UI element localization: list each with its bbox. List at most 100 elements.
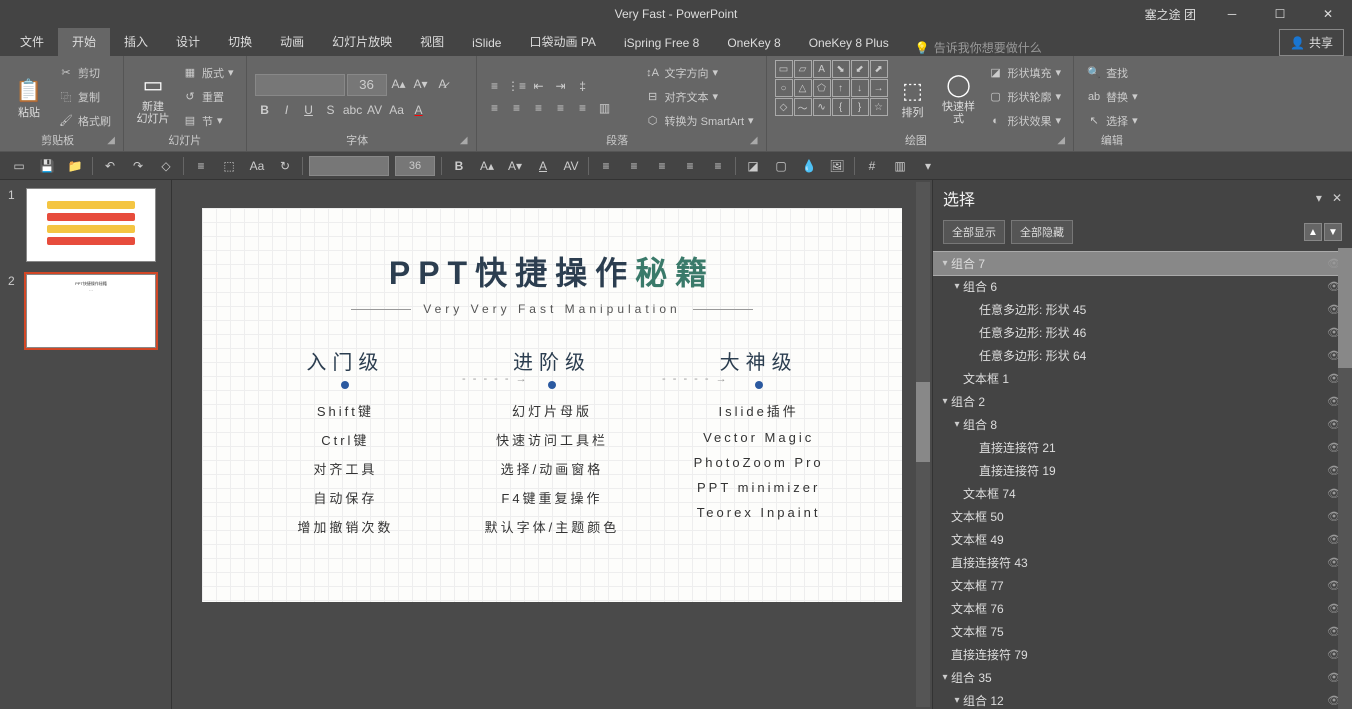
tree-item[interactable]: 直接连接符 79👁 (933, 643, 1352, 666)
case-button[interactable]: Aa (387, 100, 407, 120)
tab-home[interactable]: 开始 (58, 27, 110, 56)
tree-item[interactable]: ▾组合 12👁 (933, 689, 1352, 709)
qat-more-icon[interactable]: ▾ (917, 155, 939, 177)
qat-spacing-icon[interactable]: AV (560, 155, 582, 177)
tree-toggle-icon[interactable]: ▾ (951, 419, 963, 430)
align-center-button[interactable]: ≡ (507, 98, 527, 118)
decrease-font-button[interactable]: A▾ (411, 74, 431, 94)
columns-button[interactable]: ▥ (595, 98, 615, 118)
font-family-input[interactable] (255, 74, 345, 96)
qat-alignj-icon[interactable]: ≡ (679, 155, 701, 177)
replace-button[interactable]: ab替换 ▾ (1082, 86, 1142, 108)
line-spacing-button[interactable]: ‡ (573, 76, 593, 96)
close-button[interactable]: ✕ (1308, 0, 1348, 28)
qat-group-icon[interactable]: ⬚ (218, 155, 240, 177)
align-left-button[interactable]: ≡ (485, 98, 505, 118)
maximize-button[interactable]: ☐ (1260, 0, 1300, 28)
tree-toggle-icon[interactable]: ▾ (951, 695, 963, 706)
strike-button[interactable]: S (321, 100, 341, 120)
tree-scrollbar[interactable] (1338, 248, 1352, 709)
tree-item[interactable]: ▾组合 8👁 (933, 413, 1352, 436)
paste-button[interactable]: 📋 粘贴 (8, 60, 50, 133)
clipboard-launcher[interactable]: ◢ (107, 133, 115, 149)
tree-item[interactable]: 任意多边形: 形状 64👁 (933, 344, 1352, 367)
tree-toggle-icon[interactable]: ▾ (939, 396, 951, 407)
qat-alignc-icon[interactable]: ≡ (623, 155, 645, 177)
justify-button[interactable]: ≡ (551, 98, 571, 118)
qat-alignr-icon[interactable]: ≡ (651, 155, 673, 177)
section-button[interactable]: ▤节 ▾ (178, 110, 238, 132)
tree-item[interactable]: ▾组合 2👁 (933, 390, 1352, 413)
shape-outline-button[interactable]: ▢形状轮廓 ▾ (984, 86, 1066, 108)
indent-dec-button[interactable]: ⇤ (529, 76, 549, 96)
tree-toggle-icon[interactable]: ▾ (939, 258, 951, 269)
bullets-button[interactable]: ≡ (485, 76, 505, 96)
qat-picture-icon[interactable]: 🖼 (826, 155, 848, 177)
spacing-button[interactable]: AV (365, 100, 385, 120)
qat-repeat-icon[interactable]: ◇ (155, 155, 177, 177)
smartart-button[interactable]: ⬡转换为 SmartArt ▾ (641, 110, 758, 132)
tree-item[interactable]: 文本框 77👁 (933, 574, 1352, 597)
tab-file[interactable]: 文件 (6, 27, 58, 56)
qat-bold-icon[interactable]: B (448, 155, 470, 177)
qat-alignl-icon[interactable]: ≡ (595, 155, 617, 177)
qat-alignd-icon[interactable]: ≡ (707, 155, 729, 177)
tree-item[interactable]: 直接连接符 21👁 (933, 436, 1352, 459)
qat-fontcolor-icon[interactable]: A (532, 155, 554, 177)
font-launcher[interactable]: ◢ (460, 133, 468, 149)
tree-item[interactable]: ▾组合 35👁 (933, 666, 1352, 689)
tab-ispring[interactable]: iSpring Free 8 (610, 30, 713, 56)
tree-item[interactable]: ▾组合 6👁 (933, 275, 1352, 298)
tab-animation[interactable]: 动画 (266, 27, 318, 56)
drawing-launcher[interactable]: ◢ (1057, 133, 1065, 149)
qat-ruler-icon[interactable]: ▥ (889, 155, 911, 177)
thumbnail-1[interactable]: 1 (8, 188, 163, 262)
qat-save-icon[interactable]: 💾 (36, 155, 58, 177)
tree-item[interactable]: 任意多边形: 形状 46👁 (933, 321, 1352, 344)
qat-new-icon[interactable]: ▭ (8, 155, 30, 177)
minimize-button[interactable]: ─ (1212, 0, 1252, 28)
new-slide-button[interactable]: ▭ 新建 幻灯片 (132, 60, 174, 133)
qat-grid-icon[interactable]: # (861, 155, 883, 177)
tab-design[interactable]: 设计 (162, 27, 214, 56)
tab-onekey8[interactable]: OneKey 8 (713, 30, 794, 56)
qat-shapeoutline-icon[interactable]: ▢ (770, 155, 792, 177)
shape-effects-button[interactable]: ◐形状效果 ▾ (984, 110, 1066, 132)
tab-onekey8plus[interactable]: OneKey 8 Plus (795, 30, 903, 56)
tree-item[interactable]: 文本框 49👁 (933, 528, 1352, 551)
shape-fill-button[interactable]: ◪形状填充 ▾ (984, 62, 1066, 84)
tree-item[interactable]: 任意多边形: 形状 45👁 (933, 298, 1352, 321)
tab-insert[interactable]: 插入 (110, 27, 162, 56)
shadow-button[interactable]: abc (343, 100, 363, 120)
tree-item[interactable]: 文本框 76👁 (933, 597, 1352, 620)
tree-item[interactable]: ▾组合 7👁 (933, 252, 1352, 275)
move-up-button[interactable]: ▲ (1304, 223, 1322, 241)
numbering-button[interactable]: ⋮≡ (507, 76, 527, 96)
qat-case-icon[interactable]: Aa (246, 155, 268, 177)
tree-item[interactable]: 直接连接符 19👁 (933, 459, 1352, 482)
font-color-button[interactable]: A (409, 100, 429, 120)
qat-size-input[interactable] (395, 156, 435, 176)
qat-eyedropper-icon[interactable]: 💧 (798, 155, 820, 177)
clear-format-button[interactable]: A̷ (433, 74, 453, 94)
show-all-button[interactable]: 全部显示 (943, 220, 1005, 244)
bold-button[interactable]: B (255, 100, 275, 120)
arrange-button[interactable]: ⬚排列 (892, 60, 934, 133)
paragraph-launcher[interactable]: ◢ (750, 133, 758, 149)
tab-islide[interactable]: iSlide (458, 30, 515, 56)
tab-slideshow[interactable]: 幻灯片放映 (318, 27, 406, 56)
reset-button[interactable]: ↺重置 (178, 86, 238, 108)
tab-transition[interactable]: 切换 (214, 27, 266, 56)
tree-item[interactable]: 文本框 74👁 (933, 482, 1352, 505)
copy-button[interactable]: ⿻复制 (54, 86, 115, 108)
slide-canvas[interactable]: PPT快捷操作秘籍 Very Very Fast Manipulation - … (172, 180, 932, 709)
qat-shapefill-icon[interactable]: ◪ (742, 155, 764, 177)
pane-close-button[interactable]: ✕ (1332, 191, 1342, 205)
qat-align-icon[interactable]: ≡ (190, 155, 212, 177)
shapes-gallery[interactable]: ▭▱A⬊⬋⬈ ○△⬠↑↓→ ◇〜∿{}☆ (775, 60, 888, 133)
tab-view[interactable]: 视图 (406, 27, 458, 56)
layout-button[interactable]: ▦版式 ▾ (178, 62, 238, 84)
tree-toggle-icon[interactable]: ▾ (951, 281, 963, 292)
tree-item[interactable]: 文本框 75👁 (933, 620, 1352, 643)
tell-me-box[interactable]: 💡 告诉我你想要做什么 (915, 39, 1042, 56)
